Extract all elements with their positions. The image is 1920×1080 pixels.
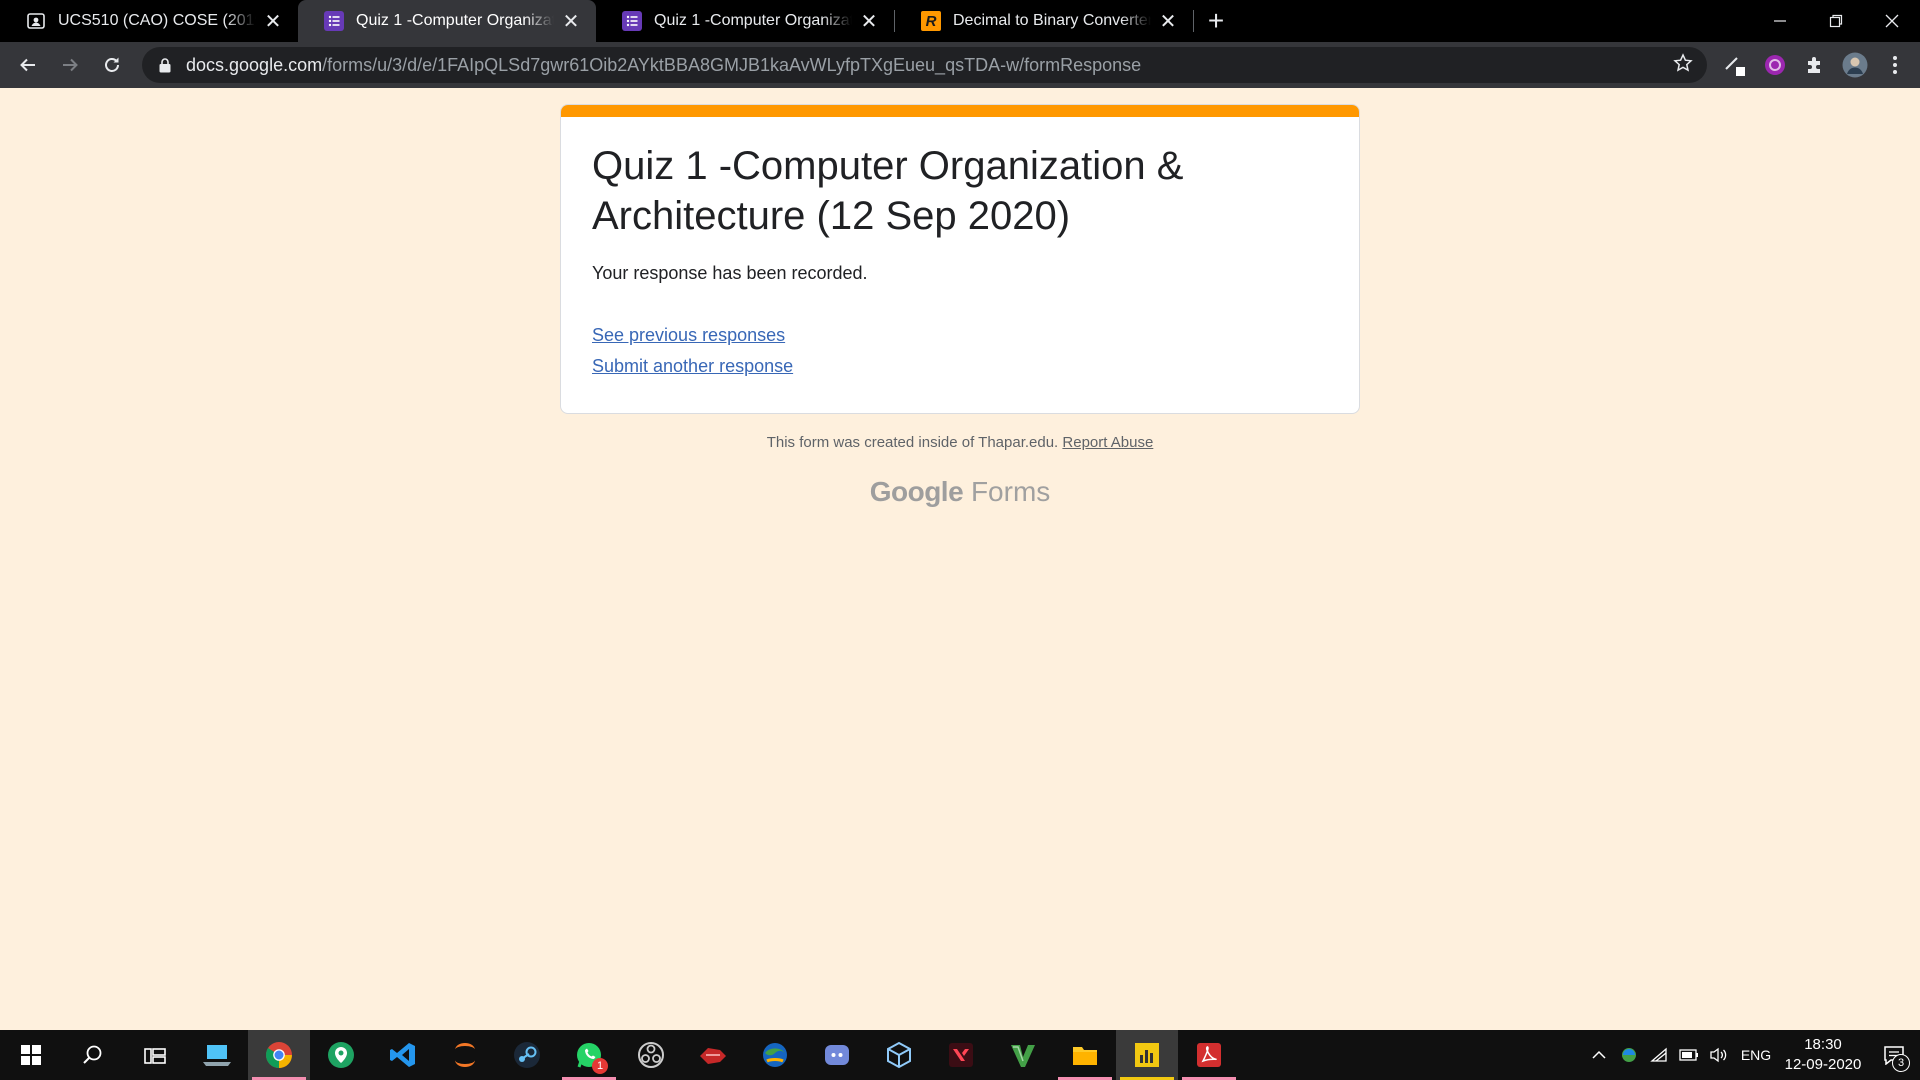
valorant-icon[interactable] — [930, 1030, 992, 1080]
forward-icon[interactable] — [50, 45, 90, 85]
new-tab-button[interactable]: + — [1194, 0, 1238, 42]
clock-time: 18:30 — [1804, 1036, 1842, 1053]
chrome-icon[interactable] — [248, 1030, 310, 1080]
clock-date: 12-09-2020 — [1784, 1056, 1862, 1073]
chrome-menu-icon[interactable] — [1875, 45, 1915, 85]
url-host: docs.google.com — [186, 54, 323, 75]
classroom-icon — [26, 11, 46, 31]
form-page: Quiz 1 -Computer Organization & Architec… — [0, 88, 1920, 1030]
back-icon[interactable] — [8, 45, 48, 85]
power-bi-icon[interactable] — [1116, 1030, 1178, 1080]
windows-start-icon[interactable] — [0, 1030, 62, 1080]
tab-decimal-binary[interactable]: R Decimal to Binary Converter ✕ — [895, 0, 1193, 42]
whatsapp-icon[interactable]: 1 — [558, 1030, 620, 1080]
vim-icon[interactable] — [992, 1030, 1054, 1080]
tab-quiz-2[interactable]: Quiz 1 -Computer Organization & Architec… — [596, 0, 894, 42]
tab-title: UCS510 (CAO) COSE (2019) — [58, 12, 256, 29]
form-footer-note: This form was created inside of Thapar.e… — [0, 434, 1920, 451]
restore-icon[interactable] — [1808, 0, 1864, 42]
system-clock[interactable]: 18:30 12-09-2020 — [1778, 1035, 1868, 1075]
close-icon[interactable]: ✕ — [1157, 10, 1179, 33]
form-title: Quiz 1 -Computer Organization & Architec… — [592, 144, 1184, 238]
form-response-card: Quiz 1 -Computer Organization & Architec… — [560, 104, 1360, 414]
close-icon[interactable]: ✕ — [262, 10, 284, 33]
discord-icon[interactable] — [806, 1030, 868, 1080]
browser-toolbar: docs.google.com/forms/u/3/d/e/1FAIpQLSd7… — [0, 42, 1920, 88]
forms-icon — [324, 11, 344, 31]
close-icon[interactable]: ✕ — [560, 10, 582, 33]
window-controls — [1752, 0, 1920, 42]
windows-taskbar: 1 ENG 18:30 12-09-2020 3 — [0, 1030, 1920, 1080]
rapidtables-icon: R — [921, 11, 941, 31]
extensions-puzzle-icon[interactable] — [1795, 45, 1835, 85]
forms-icon — [622, 11, 642, 31]
jupyter-icon[interactable] — [434, 1030, 496, 1080]
task-view-icon[interactable] — [124, 1030, 186, 1080]
submit-another-response-link[interactable]: Submit another response — [592, 351, 1328, 382]
google-wordmark: Google — [869, 476, 964, 507]
reload-icon[interactable] — [92, 45, 132, 85]
vscode-icon[interactable] — [372, 1030, 434, 1080]
laptop-icon[interactable] — [186, 1030, 248, 1080]
notification-count: 3 — [1892, 1054, 1910, 1072]
show-hidden-icons-icon[interactable] — [1584, 1030, 1614, 1080]
tab-title: Quiz 1 -Computer Organization & Architec… — [356, 12, 554, 29]
form-accent-bar — [561, 105, 1359, 117]
see-previous-responses-link[interactable]: See previous responses — [592, 320, 1328, 351]
lock-icon[interactable] — [156, 56, 174, 74]
created-inside-text: This form was created inside of Thapar.e… — [766, 434, 1059, 451]
confirmation-message: Your response has been recorded. — [592, 263, 868, 283]
tab-title: Decimal to Binary Converter — [953, 12, 1151, 29]
search-icon[interactable] — [62, 1030, 124, 1080]
whatsapp-badge: 1 — [592, 1058, 608, 1074]
language-indicator[interactable]: ENG — [1734, 1047, 1778, 1063]
url-path: /forms/u/3/d/e/1FAIpQLSd7gwr61Oib2AYktBB… — [322, 54, 1142, 75]
browser-icon[interactable] — [744, 1030, 806, 1080]
wifi-icon[interactable] — [1644, 1030, 1674, 1080]
mail-app-icon[interactable] — [310, 1030, 372, 1080]
action-center-icon[interactable]: 3 — [1868, 1030, 1920, 1080]
url-text: docs.google.com/forms/u/3/d/e/1FAIpQLSd7… — [186, 55, 1673, 76]
bookmark-star-icon[interactable] — [1673, 52, 1693, 78]
close-window-icon[interactable] — [1864, 0, 1920, 42]
tab-title: Quiz 1 -Computer Organization & Architec… — [654, 12, 852, 29]
virtualbox-icon[interactable] — [868, 1030, 930, 1080]
close-icon[interactable]: ✕ — [858, 10, 880, 33]
onedrive-icon[interactable] — [1614, 1030, 1644, 1080]
system-tray: ENG 18:30 12-09-2020 3 — [1584, 1030, 1920, 1080]
browser-tabstrip: UCS510 (CAO) COSE (2019) ✕ Quiz 1 -Compu… — [0, 0, 1920, 42]
game-icon[interactable] — [682, 1030, 744, 1080]
google-forms-logo[interactable]: Google Forms — [0, 476, 1920, 508]
pen-extension-icon[interactable] — [1715, 45, 1755, 85]
volume-icon[interactable] — [1704, 1030, 1734, 1080]
file-explorer-icon[interactable] — [1054, 1030, 1116, 1080]
report-abuse-link[interactable]: Report Abuse — [1062, 434, 1153, 451]
battery-icon[interactable] — [1674, 1030, 1704, 1080]
minimize-icon[interactable] — [1752, 0, 1808, 42]
acrobat-icon[interactable] — [1178, 1030, 1240, 1080]
obs-icon[interactable] — [620, 1030, 682, 1080]
address-bar[interactable]: docs.google.com/forms/u/3/d/e/1FAIpQLSd7… — [142, 47, 1707, 83]
steam-icon[interactable] — [496, 1030, 558, 1080]
forms-wordmark: Forms — [970, 476, 1051, 507]
vpn-extension-icon[interactable] — [1755, 45, 1795, 85]
profile-avatar-icon[interactable] — [1835, 45, 1875, 85]
tab-quiz-active[interactable]: Quiz 1 -Computer Organization & Architec… — [298, 0, 596, 42]
tab-ucs510[interactable]: UCS510 (CAO) COSE (2019) ✕ — [0, 0, 298, 42]
